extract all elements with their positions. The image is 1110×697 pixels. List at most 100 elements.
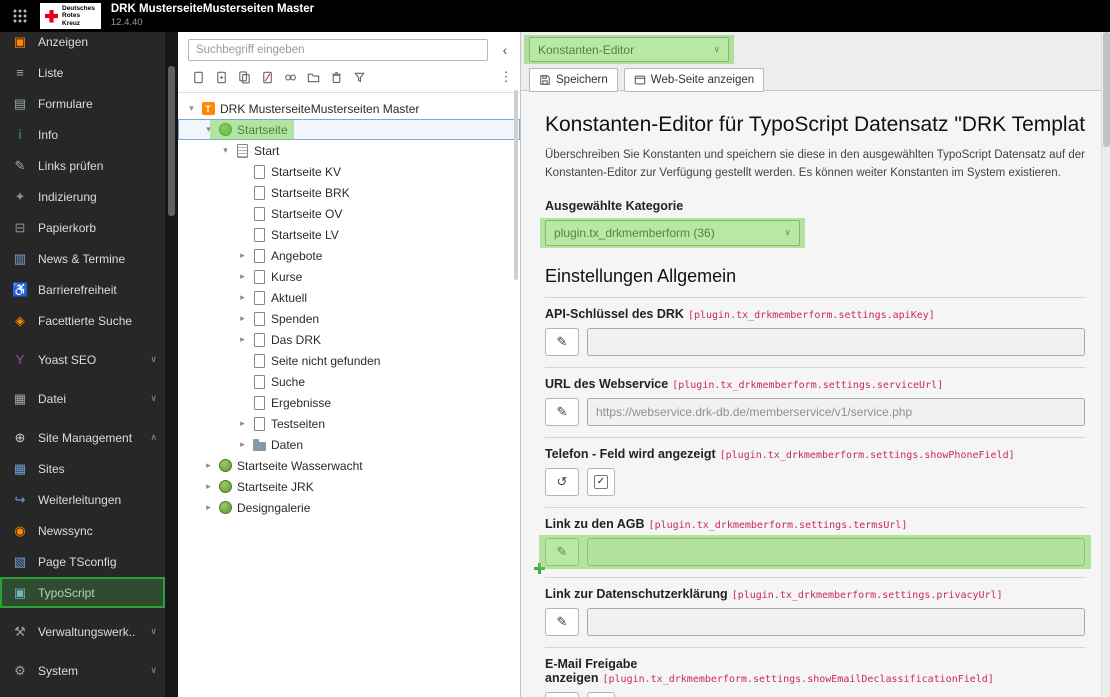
expand-icon[interactable]: ▸ xyxy=(235,250,250,261)
filter-icon[interactable] xyxy=(349,67,369,87)
content-scrollbar[interactable] xyxy=(1101,32,1110,697)
module-menu-scrollbar[interactable] xyxy=(165,32,178,697)
link-icon[interactable] xyxy=(280,67,300,87)
tree-node-seite-nicht-gefunden[interactable]: Seite nicht gefunden xyxy=(178,350,520,371)
tree-node-label: Startseite xyxy=(237,122,288,137)
expand-icon[interactable]: ▸ xyxy=(201,481,216,492)
module-item-label: Papierkorb xyxy=(38,220,97,235)
folder-icon[interactable] xyxy=(303,67,323,87)
info-icon: i xyxy=(18,127,22,142)
module-item-indizierung[interactable]: ✦ Indizierung xyxy=(0,181,165,212)
tree-node-startseite-ov[interactable]: Startseite OV xyxy=(178,203,520,224)
url-des-webservice-input[interactable] xyxy=(587,397,1085,426)
expand-icon[interactable]: ▸ xyxy=(235,292,250,303)
expand-icon[interactable]: ▸ xyxy=(201,460,216,471)
telefon-feld-wird-angezeigt-checkbox[interactable]: ✓ xyxy=(587,467,615,496)
pagetree-scrollbar-thumb[interactable] xyxy=(514,90,518,280)
module-item-weiterleitungen[interactable]: ↪ Weiterleitungen xyxy=(0,484,165,515)
tree-node-startseite-lv[interactable]: Startseite LV xyxy=(178,224,520,245)
module-item-formulare[interactable]: ▤ Formulare xyxy=(0,88,165,119)
enable-edit-button[interactable]: ✎ xyxy=(545,607,579,636)
section-title: Einstellungen Allgemein xyxy=(545,265,737,286)
reset-default-button[interactable]: ↺ xyxy=(545,467,579,496)
expand-icon[interactable]: ▸ xyxy=(201,502,216,513)
module-item-links-prüfen[interactable]: ✎ Links prüfen xyxy=(0,150,165,181)
shortcut-page-icon[interactable] xyxy=(211,67,231,87)
tree-node-drk-musterseitemusterseiten-master[interactable]: ▾ T DRK MusterseiteMusterseiten Master xyxy=(178,98,520,119)
module-item-verwaltungswerk[interactable]: ⚒ Verwaltungswerk.. ∨ xyxy=(0,616,165,647)
new-page-icon[interactable] xyxy=(188,67,208,87)
enable-edit-button[interactable]: ✎ xyxy=(545,327,579,356)
save-button[interactable]: Speichern xyxy=(529,68,618,92)
module-menu-toggle-button[interactable] xyxy=(0,0,40,32)
tree-node-ergebnisse[interactable]: Ergebnisse xyxy=(178,392,520,413)
module-item-system[interactable]: ⚙ System ∨ xyxy=(0,655,165,686)
link-zur-datenschutzerklärung-input[interactable] xyxy=(587,607,1085,636)
tree-node-designgalerie[interactable]: ▸ Designgalerie xyxy=(178,497,520,518)
tree-node-startseite[interactable]: ▾ Startseite xyxy=(178,119,520,140)
indizierung-icon: ✦ xyxy=(14,188,26,204)
annotation-highlight: Startseite xyxy=(210,119,294,140)
expand-icon[interactable]: ▸ xyxy=(235,271,250,282)
pagetree-panel: ‹ ⋮ ▾TDRK MusterseiteMusterseiten Master… xyxy=(178,32,521,697)
module-item-papierkorb[interactable]: ⊟ Papierkorb xyxy=(0,212,165,243)
view-webpage-button[interactable]: Web-Seite anzeigen xyxy=(623,68,765,92)
scrollbar-thumb[interactable] xyxy=(1103,32,1110,147)
newssync-icon: ◉ xyxy=(14,522,26,538)
pagetree-search-input[interactable] xyxy=(188,39,488,61)
module-item-yoast-seo[interactable]: Y Yoast SEO ∨ xyxy=(0,344,165,375)
tree-node-testseiten[interactable]: ▸ Testseiten xyxy=(178,413,520,434)
expand-icon[interactable]: ▸ xyxy=(235,418,250,429)
enable-edit-button[interactable]: ✎ xyxy=(545,537,579,566)
module-mode-select[interactable]: Konstanten-Editor ∨ xyxy=(524,35,734,64)
module-item-facettierte-suche[interactable]: ◈ Facettierte Suche xyxy=(0,305,165,336)
reset-default-button[interactable]: ↺ xyxy=(545,691,579,697)
restricted-page-icon[interactable] xyxy=(257,67,277,87)
expand-icon[interactable]: ▸ xyxy=(235,313,250,324)
trash-icon[interactable] xyxy=(326,67,346,87)
module-item-site-management[interactable]: ⊕ Site Management ∧ xyxy=(0,422,165,453)
tree-node-daten[interactable]: ▸ Daten xyxy=(178,434,520,455)
module-item-barrierefreiheit[interactable]: ♿ Barrierefreiheit xyxy=(0,274,165,305)
module-item-datei[interactable]: ▦ Datei ∨ xyxy=(0,383,165,414)
expand-icon[interactable]: ▸ xyxy=(235,334,250,345)
module-item-page-tsconfig[interactable]: ▧ Page TSconfig xyxy=(0,546,165,577)
tree-node-angebote[interactable]: ▸ Angebote xyxy=(178,245,520,266)
tree-node-das-drk[interactable]: ▸ Das DRK xyxy=(178,329,520,350)
module-item-typoscript[interactable]: ▣ TypoScript xyxy=(0,577,165,608)
chevron-down-icon: ∨ xyxy=(784,227,791,238)
category-select[interactable]: plugin.tx_drkmemberform (36) ∨ xyxy=(540,217,805,248)
scrollbar-thumb[interactable] xyxy=(168,66,175,216)
tree-node-start[interactable]: ▾ Start xyxy=(178,140,520,161)
module-item-sites[interactable]: ▦ Sites xyxy=(0,453,165,484)
topbar: Deutsches Rotes Kreuz DRK MusterseiteMus… xyxy=(0,0,1110,32)
e-mail-freigabe-anzeigen-checkbox[interactable] xyxy=(587,691,615,697)
collapse-icon[interactable]: ▾ xyxy=(201,124,216,135)
expand-icon[interactable]: ▸ xyxy=(235,439,250,450)
tree-node-startseite-jrk[interactable]: ▸ Startseite JRK xyxy=(178,476,520,497)
tree-node-startseite-wasserwacht[interactable]: ▸ Startseite Wasserwacht xyxy=(178,455,520,476)
page-icon xyxy=(250,206,268,221)
module-item-newssync[interactable]: ◉ Newssync xyxy=(0,515,165,546)
tree-node-label: Start xyxy=(254,143,280,158)
tree-node-startseite-kv[interactable]: Startseite KV xyxy=(178,161,520,182)
tree-node-spenden[interactable]: ▸ Spenden xyxy=(178,308,520,329)
field-typoscript-path: [plugin.tx_drkmemberform.settings.termsU… xyxy=(648,519,908,531)
module-item-news-termine[interactable]: ▥ News & Termine xyxy=(0,243,165,274)
pagetree-toolbar: ⋮ xyxy=(178,65,520,93)
module-item-anzeigen[interactable]: ▣ Anzeigen xyxy=(0,32,165,57)
collapse-icon[interactable]: ▾ xyxy=(184,103,199,114)
link-zu-den-agb-input[interactable] xyxy=(587,537,1085,566)
api-schlüssel-des-drk-input[interactable] xyxy=(587,327,1085,356)
tree-node-kurse[interactable]: ▸ Kurse xyxy=(178,266,520,287)
tree-node-startseite-brk[interactable]: Startseite BRK xyxy=(178,182,520,203)
pagetree-menu-button[interactable]: ⋮ xyxy=(496,67,516,87)
module-item-info[interactable]: i Info xyxy=(0,119,165,150)
collapse-pagetree-button[interactable]: ‹ xyxy=(494,39,516,61)
tree-node-suche[interactable]: Suche xyxy=(178,371,520,392)
tree-node-aktuell[interactable]: ▸ Aktuell xyxy=(178,287,520,308)
enable-edit-button[interactable]: ✎ xyxy=(545,397,579,426)
module-item-liste[interactable]: ≡ Liste xyxy=(0,57,165,88)
copy-page-icon[interactable] xyxy=(234,67,254,87)
collapse-icon[interactable]: ▾ xyxy=(218,145,233,156)
